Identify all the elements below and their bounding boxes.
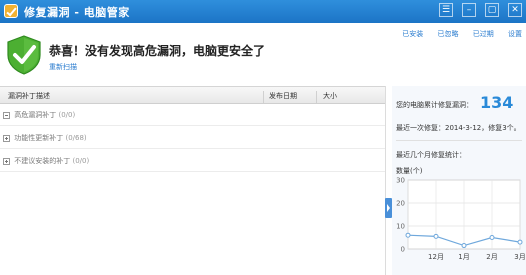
collapse-panel-arrow-icon[interactable] xyxy=(385,198,392,218)
result-headline: 恭喜！没有发现高危漏洞，电脑更安全了 xyxy=(49,44,266,58)
panel-separator xyxy=(396,140,522,141)
result-header: 恭喜！没有发现高危漏洞，电脑更安全了 重新扫描 已安装 已忽略 已过期 设置 xyxy=(0,23,526,83)
last-repair-text: 最近一次修复：2014-3-12，修复3个。 xyxy=(396,124,521,132)
monthly-repair-chart: 0 10 20 30 12月 1月 2月 3月 xyxy=(396,177,526,262)
collapse-toggle-icon[interactable] xyxy=(3,111,10,119)
group-label: 高危漏洞补丁 xyxy=(14,111,57,119)
column-size[interactable]: 大小 xyxy=(323,91,337,101)
menu-button[interactable]: ☰ xyxy=(439,3,453,17)
y-tick-label: 20 xyxy=(396,200,405,208)
group-not-recommended[interactable]: 不建议安装的补丁 (0/0) xyxy=(0,149,385,172)
data-point xyxy=(461,243,467,249)
group-feature-updates[interactable]: 功能性更新补丁 (0/68) xyxy=(0,126,385,149)
installed-link[interactable]: 已安装 xyxy=(402,30,423,38)
column-divider xyxy=(263,91,264,103)
maximize-button[interactable]: ▢ xyxy=(485,3,499,17)
expired-link[interactable]: 已过期 xyxy=(473,30,494,38)
data-point xyxy=(517,239,523,245)
title-bar: 修复漏洞 - 电脑管家 ☰ – ▢ ✕ xyxy=(0,0,526,23)
x-tick-label: 2月 xyxy=(486,253,497,261)
column-release-date[interactable]: 发布日期 xyxy=(269,91,297,101)
patch-groups: 高危漏洞补丁 (0/0) 功能性更新补丁 (0/68) 不建议安装的补丁 (0/… xyxy=(0,103,385,172)
column-description[interactable]: 漏洞补丁描述 xyxy=(8,91,50,101)
settings-link[interactable]: 设置 xyxy=(508,30,522,38)
expand-toggle-icon[interactable] xyxy=(3,157,10,165)
group-count: (0/68) xyxy=(65,134,87,142)
close-button[interactable]: ✕ xyxy=(508,3,522,17)
shield-check-icon xyxy=(7,35,41,75)
window-title: 修复漏洞 - 电脑管家 xyxy=(24,6,130,19)
group-label: 功能性更新补丁 xyxy=(14,134,64,142)
group-count: (0/0) xyxy=(72,157,90,165)
y-tick-label: 0 xyxy=(401,246,405,254)
x-tick-label: 1月 xyxy=(458,253,469,261)
top-links: 已安装 已忽略 已过期 设置 xyxy=(390,29,522,39)
y-tick-label: 30 xyxy=(396,177,405,185)
y-tick-label: 10 xyxy=(396,223,405,231)
minimize-button[interactable]: – xyxy=(462,3,476,17)
data-point xyxy=(489,235,495,240)
data-point xyxy=(433,233,439,239)
group-high-risk[interactable]: 高危漏洞补丁 (0/0) xyxy=(0,103,385,126)
total-repaired-label: 您的电脑累计修复漏洞： xyxy=(396,101,473,109)
expand-toggle-icon[interactable] xyxy=(3,134,10,142)
app-shield-icon xyxy=(4,4,18,18)
chart-title: 最近几个月修复统计： xyxy=(396,151,466,159)
stats-panel: 您的电脑累计修复漏洞： 134 最近一次修复：2014-3-12，修复3个。 最… xyxy=(392,86,526,275)
pane-divider xyxy=(385,86,386,275)
data-point xyxy=(405,232,411,238)
rescan-link[interactable]: 重新扫描 xyxy=(49,62,77,72)
patch-table-header: 漏洞补丁描述 发布日期 大小 xyxy=(0,86,385,104)
column-divider xyxy=(316,91,317,103)
group-count: (0/0) xyxy=(58,111,76,119)
x-tick-label: 3月 xyxy=(514,253,525,261)
ignored-link[interactable]: 已忽略 xyxy=(438,30,459,38)
total-repaired-count: 134 xyxy=(480,93,514,112)
group-label: 不建议安装的补丁 xyxy=(14,157,71,165)
x-tick-label: 12月 xyxy=(428,253,444,261)
